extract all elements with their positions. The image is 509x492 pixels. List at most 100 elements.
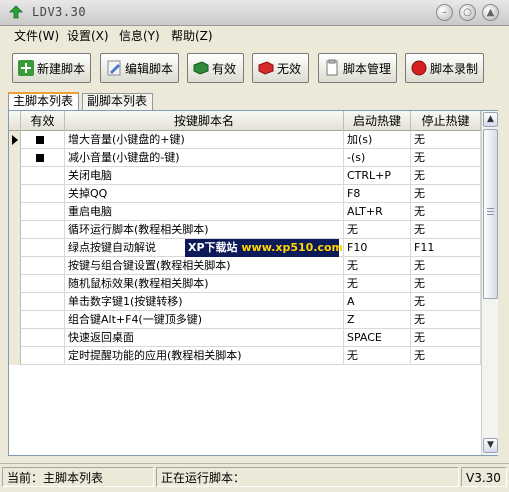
enabled-cell[interactable]: [21, 149, 65, 167]
scroll-up-icon[interactable]: ▲: [483, 112, 498, 127]
col-stop-hotkey[interactable]: 停止热键: [411, 111, 481, 131]
enabled-cell[interactable]: [21, 167, 65, 185]
start-hotkey-cell: 无: [344, 275, 411, 293]
stop-hotkey-cell: 无: [411, 221, 481, 239]
table-row[interactable]: 减小音量(小键盘的-键) -(s) 无: [9, 149, 481, 167]
maximize-button[interactable]: ○: [459, 4, 476, 21]
row-header[interactable]: [9, 293, 21, 311]
edit-script-button[interactable]: 编辑脚本: [100, 53, 179, 83]
status-current-list: 当前：主脚本列表: [2, 467, 154, 487]
col-enabled[interactable]: 有效: [21, 111, 65, 131]
manage-script-button[interactable]: 脚本管理: [318, 53, 397, 83]
start-hotkey-cell: F8: [344, 185, 411, 203]
record-script-button[interactable]: 脚本录制: [405, 53, 484, 83]
tab-main-scripts[interactable]: 主脚本列表: [8, 92, 79, 111]
col-start-hotkey[interactable]: 启动热键: [344, 111, 411, 131]
current-row-icon: [12, 135, 18, 145]
table-header: 有效 按键脚本名 启动热键 停止热键: [9, 111, 481, 131]
col-script-name[interactable]: 按键脚本名: [65, 111, 344, 131]
row-header[interactable]: [9, 185, 21, 203]
table-row[interactable]: 单击数字键1(按键转移) A 无: [9, 293, 481, 311]
menu-help[interactable]: 帮助(Z): [171, 28, 213, 44]
enabled-cell[interactable]: [21, 329, 65, 347]
menu-file[interactable]: 文件(W): [14, 28, 59, 44]
stop-hotkey-cell: 无: [411, 167, 481, 185]
script-name-cell: 关闭电脑: [65, 167, 344, 185]
enabled-cell[interactable]: [21, 185, 65, 203]
table-row[interactable]: 关掉QQ F8 无: [9, 185, 481, 203]
stop-hotkey-cell: 无: [411, 275, 481, 293]
scroll-thumb[interactable]: [483, 129, 498, 299]
enabled-cell[interactable]: [21, 203, 65, 221]
row-header[interactable]: [9, 329, 21, 347]
row-header[interactable]: [9, 167, 21, 185]
stop-hotkey-cell: F11: [411, 239, 481, 257]
enable-label: 有效: [212, 61, 237, 76]
enabled-mark-icon: [36, 154, 44, 162]
table-row[interactable]: 增大音量(小键盘的+键) 加(s) 无: [9, 131, 481, 149]
script-name-cell: 快速返回桌面: [65, 329, 344, 347]
enabled-cell[interactable]: [21, 311, 65, 329]
enable-button[interactable]: 有效: [187, 53, 244, 83]
enabled-cell[interactable]: [21, 131, 65, 149]
row-header[interactable]: [9, 311, 21, 329]
start-hotkey-cell: 无: [344, 257, 411, 275]
watermark-prefix: XP下载站: [188, 241, 238, 254]
enabled-cell[interactable]: [21, 347, 65, 365]
manage-script-label: 脚本管理: [343, 61, 392, 76]
disable-button[interactable]: 无效: [252, 53, 309, 83]
row-header[interactable]: [9, 221, 21, 239]
tab-sub-scripts[interactable]: 副脚本列表: [82, 93, 153, 110]
start-hotkey-cell: ALT+R: [344, 203, 411, 221]
row-header[interactable]: [9, 149, 21, 167]
close-button[interactable]: ▲: [482, 4, 499, 21]
edit-script-label: 编辑脚本: [125, 61, 174, 76]
enabled-cell[interactable]: [21, 239, 65, 257]
table-row[interactable]: 快速返回桌面 SPACE 无: [9, 329, 481, 347]
stop-hotkey-cell: 无: [411, 185, 481, 203]
title-bar: LDV3.30 – ○ ▲: [0, 0, 509, 26]
enabled-cell[interactable]: [21, 221, 65, 239]
enabled-mark-icon: [36, 136, 44, 144]
menu-info[interactable]: 信息(Y): [119, 28, 160, 44]
minimize-button[interactable]: –: [436, 4, 453, 21]
vertical-scrollbar[interactable]: ▲ ▼: [481, 111, 498, 455]
status-running-script: 正在运行脚本：: [156, 467, 459, 487]
enabled-cell[interactable]: [21, 275, 65, 293]
table-row[interactable]: 关闭电脑 CTRL+P 无: [9, 167, 481, 185]
manage-icon: [326, 59, 338, 76]
script-table: 有效 按键脚本名 启动热键 停止热键 增大音量(小键盘的+键) 加(s) 无减小音量…: [8, 110, 498, 456]
stop-hotkey-cell: 无: [411, 149, 481, 167]
table-row[interactable]: 定时提醒功能的应用(教程相关脚本) 无无: [9, 347, 481, 365]
edit-icon: [107, 60, 121, 76]
enabled-cell[interactable]: [21, 293, 65, 311]
row-header[interactable]: [9, 257, 21, 275]
disable-label: 无效: [277, 61, 302, 76]
table-row[interactable]: 循环运行脚本(教程相关脚本) 无无: [9, 221, 481, 239]
enabled-cell[interactable]: [21, 257, 65, 275]
start-hotkey-cell: -(s): [344, 149, 411, 167]
row-header[interactable]: [9, 239, 21, 257]
row-header[interactable]: [9, 203, 21, 221]
row-header[interactable]: [9, 347, 21, 365]
new-script-label: 新建脚本: [37, 61, 86, 76]
menu-settings[interactable]: 设置(X): [67, 28, 109, 44]
start-hotkey-cell: Z: [344, 311, 411, 329]
table-row[interactable]: 组合键Alt+F4(一键顶多键) Z 无: [9, 311, 481, 329]
row-header[interactable]: [9, 131, 21, 149]
new-script-button[interactable]: 新建脚本: [12, 53, 91, 83]
script-name-cell: 定时提醒功能的应用(教程相关脚本): [65, 347, 344, 365]
record-script-label: 脚本录制: [430, 61, 479, 76]
stop-hotkey-cell: 无: [411, 347, 481, 365]
stop-hotkey-cell: 无: [411, 257, 481, 275]
status-bar: 当前：主脚本列表 正在运行脚本： V3.30: [0, 463, 509, 492]
table-row[interactable]: 随机鼠标效果(教程相关脚本) 无无: [9, 275, 481, 293]
scroll-down-icon[interactable]: ▼: [483, 438, 498, 453]
record-icon: [411, 60, 427, 76]
table-row[interactable]: 按键与组合键设置(教程相关脚本) 无无: [9, 257, 481, 275]
table-row[interactable]: 重启电脑 ALT+R 无: [9, 203, 481, 221]
status-version: V3.30: [461, 467, 507, 487]
row-header[interactable]: [9, 275, 21, 293]
disable-icon: [258, 61, 274, 75]
stop-hotkey-cell: 无: [411, 131, 481, 149]
